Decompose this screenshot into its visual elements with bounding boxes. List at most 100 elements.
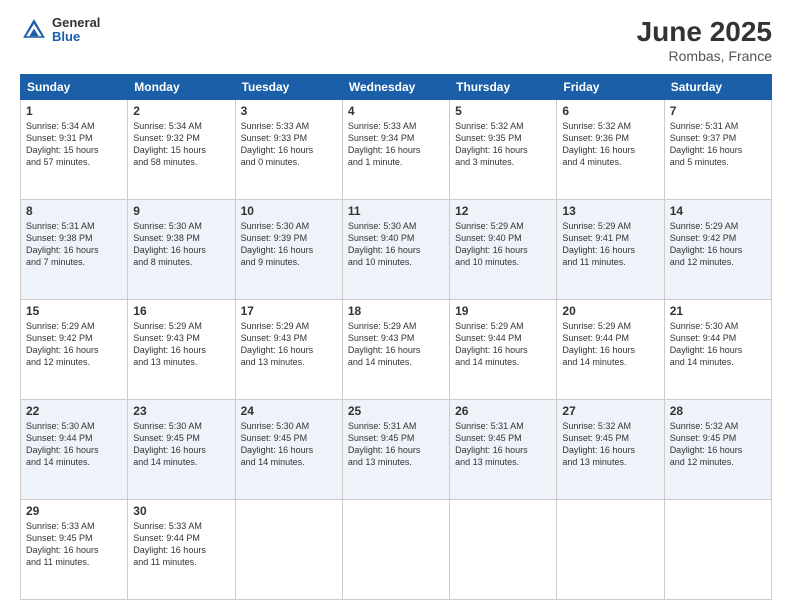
cell-info: Sunrise: 5:29 AM Sunset: 9:41 PM Dayligh… [562, 220, 658, 269]
title-block: June 2025 Rombas, France [637, 16, 772, 64]
day-number: 4 [348, 104, 444, 118]
cell-info: Sunrise: 5:29 AM Sunset: 9:43 PM Dayligh… [348, 320, 444, 369]
cell-info: Sunrise: 5:33 AM Sunset: 9:44 PM Dayligh… [133, 520, 229, 569]
day-number: 19 [455, 304, 551, 318]
page: General Blue June 2025 Rombas, France Su… [0, 0, 792, 612]
day-number: 29 [26, 504, 122, 518]
cell-info: Sunrise: 5:29 AM Sunset: 9:44 PM Dayligh… [562, 320, 658, 369]
col-header-saturday: Saturday [664, 75, 771, 100]
calendar-cell [450, 500, 557, 600]
calendar-cell: 25Sunrise: 5:31 AM Sunset: 9:45 PM Dayli… [342, 400, 449, 500]
day-number: 16 [133, 304, 229, 318]
day-number: 11 [348, 204, 444, 218]
cell-info: Sunrise: 5:30 AM Sunset: 9:45 PM Dayligh… [133, 420, 229, 469]
calendar-cell: 16Sunrise: 5:29 AM Sunset: 9:43 PM Dayli… [128, 300, 235, 400]
calendar-cell: 27Sunrise: 5:32 AM Sunset: 9:45 PM Dayli… [557, 400, 664, 500]
calendar-cell: 10Sunrise: 5:30 AM Sunset: 9:39 PM Dayli… [235, 200, 342, 300]
logo: General Blue [20, 16, 100, 45]
day-number: 6 [562, 104, 658, 118]
cell-info: Sunrise: 5:32 AM Sunset: 9:36 PM Dayligh… [562, 120, 658, 169]
cell-info: Sunrise: 5:32 AM Sunset: 9:45 PM Dayligh… [562, 420, 658, 469]
calendar-cell: 14 Sunrise: 5:29 AM Sunset: 9:42 PM Dayli… [664, 200, 771, 300]
cell-info: Sunrise: 5:32 AM Sunset: 9:45 PM Dayligh… [670, 420, 766, 469]
day-number: 9 [133, 204, 229, 218]
day-number: 28 [670, 404, 766, 418]
calendar-cell: 18 Sunrise: 5:29 AM Sunset: 9:43 PM Dayli… [342, 300, 449, 400]
calendar-week-1: 1 Sunrise: 5:34 AM Sunset: 9:31 PM Daylig… [21, 100, 772, 200]
day-number: 14 [670, 204, 766, 218]
cell-info: Sunrise: 5:29 AM Sunset: 9:43 PM Dayligh… [241, 320, 337, 369]
day-number: 5 [455, 104, 551, 118]
calendar-cell: 11Sunrise: 5:30 AM Sunset: 9:40 PM Dayli… [342, 200, 449, 300]
day-number: 17 [241, 304, 337, 318]
calendar-cell: 4Sunrise: 5:33 AM Sunset: 9:34 PM Daylig… [342, 100, 449, 200]
cell-info: Sunrise: 5:33 AM Sunset: 9:45 PM Dayligh… [26, 520, 122, 569]
calendar-cell [557, 500, 664, 600]
calendar-cell: 2 Sunrise: 5:34 AM Sunset: 9:32 PM Daylig… [128, 100, 235, 200]
calendar-week-5: 29 Sunrise: 5:33 AM Sunset: 9:45 PM Dayli… [21, 500, 772, 600]
cell-info: Sunrise: 5:29 AM Sunset: 9:44 PM Dayligh… [455, 320, 551, 369]
calendar-cell: 13 Sunrise: 5:29 AM Sunset: 9:41 PM Dayli… [557, 200, 664, 300]
day-number: 15 [26, 304, 122, 318]
col-header-wednesday: Wednesday [342, 75, 449, 100]
cell-info: Sunrise: 5:30 AM Sunset: 9:45 PM Dayligh… [241, 420, 337, 469]
calendar-cell: 21Sunrise: 5:30 AM Sunset: 9:44 PM Dayli… [664, 300, 771, 400]
day-number: 13 [562, 204, 658, 218]
calendar-cell: 6 Sunrise: 5:32 AM Sunset: 9:36 PM Daylig… [557, 100, 664, 200]
day-number: 24 [241, 404, 337, 418]
cell-info: Sunrise: 5:29 AM Sunset: 9:40 PM Dayligh… [455, 220, 551, 269]
calendar-week-3: 15 Sunrise: 5:29 AM Sunset: 9:42 PM Dayli… [21, 300, 772, 400]
day-number: 21 [670, 304, 766, 318]
cell-info: Sunrise: 5:34 AM Sunset: 9:32 PM Dayligh… [133, 120, 229, 169]
calendar-cell [235, 500, 342, 600]
calendar-cell [664, 500, 771, 600]
calendar-cell: 29 Sunrise: 5:33 AM Sunset: 9:45 PM Dayli… [21, 500, 128, 600]
calendar-cell: 26Sunrise: 5:31 AM Sunset: 9:45 PM Dayli… [450, 400, 557, 500]
col-header-friday: Friday [557, 75, 664, 100]
calendar-cell: 8 Sunrise: 5:31 AM Sunset: 9:38 PM Daylig… [21, 200, 128, 300]
calendar-week-2: 8 Sunrise: 5:31 AM Sunset: 9:38 PM Daylig… [21, 200, 772, 300]
cell-info: Sunrise: 5:31 AM Sunset: 9:45 PM Dayligh… [348, 420, 444, 469]
calendar-table: SundayMondayTuesdayWednesdayThursdayFrid… [20, 74, 772, 600]
day-number: 20 [562, 304, 658, 318]
calendar-cell: 12 Sunrise: 5:29 AM Sunset: 9:40 PM Dayli… [450, 200, 557, 300]
cell-info: Sunrise: 5:30 AM Sunset: 9:38 PM Dayligh… [133, 220, 229, 269]
calendar-cell: 17 Sunrise: 5:29 AM Sunset: 9:43 PM Dayli… [235, 300, 342, 400]
day-number: 3 [241, 104, 337, 118]
logo-blue: Blue [52, 30, 100, 44]
day-number: 12 [455, 204, 551, 218]
day-number: 22 [26, 404, 122, 418]
calendar-cell: 5 Sunrise: 5:32 AM Sunset: 9:35 PM Daylig… [450, 100, 557, 200]
calendar-week-4: 22 Sunrise: 5:30 AM Sunset: 9:44 PM Dayli… [21, 400, 772, 500]
logo-text: General Blue [52, 16, 100, 45]
calendar-cell: 28 Sunrise: 5:32 AM Sunset: 9:45 PM Dayli… [664, 400, 771, 500]
cell-info: Sunrise: 5:32 AM Sunset: 9:35 PM Dayligh… [455, 120, 551, 169]
calendar-cell: 20 Sunrise: 5:29 AM Sunset: 9:44 PM Dayli… [557, 300, 664, 400]
cell-info: Sunrise: 5:31 AM Sunset: 9:45 PM Dayligh… [455, 420, 551, 469]
calendar-cell: 19 Sunrise: 5:29 AM Sunset: 9:44 PM Dayli… [450, 300, 557, 400]
cell-info: Sunrise: 5:31 AM Sunset: 9:38 PM Dayligh… [26, 220, 122, 269]
header: General Blue June 2025 Rombas, France [20, 16, 772, 64]
calendar-header-row: SundayMondayTuesdayWednesdayThursdayFrid… [21, 75, 772, 100]
col-header-sunday: Sunday [21, 75, 128, 100]
calendar-cell: 30Sunrise: 5:33 AM Sunset: 9:44 PM Dayli… [128, 500, 235, 600]
cell-info: Sunrise: 5:31 AM Sunset: 9:37 PM Dayligh… [670, 120, 766, 169]
cell-info: Sunrise: 5:29 AM Sunset: 9:42 PM Dayligh… [26, 320, 122, 369]
day-number: 2 [133, 104, 229, 118]
day-number: 1 [26, 104, 122, 118]
calendar-cell: 1 Sunrise: 5:34 AM Sunset: 9:31 PM Daylig… [21, 100, 128, 200]
cell-info: Sunrise: 5:33 AM Sunset: 9:33 PM Dayligh… [241, 120, 337, 169]
cell-info: Sunrise: 5:30 AM Sunset: 9:44 PM Dayligh… [26, 420, 122, 469]
day-number: 23 [133, 404, 229, 418]
calendar-cell: 22 Sunrise: 5:30 AM Sunset: 9:44 PM Dayli… [21, 400, 128, 500]
col-header-thursday: Thursday [450, 75, 557, 100]
logo-icon [20, 16, 48, 44]
calendar-cell: 9 Sunrise: 5:30 AM Sunset: 9:38 PM Daylig… [128, 200, 235, 300]
cell-info: Sunrise: 5:29 AM Sunset: 9:42 PM Dayligh… [670, 220, 766, 269]
col-header-tuesday: Tuesday [235, 75, 342, 100]
col-header-monday: Monday [128, 75, 235, 100]
day-number: 8 [26, 204, 122, 218]
cell-info: Sunrise: 5:34 AM Sunset: 9:31 PM Dayligh… [26, 120, 122, 169]
calendar-cell: 23 Sunrise: 5:30 AM Sunset: 9:45 PM Dayli… [128, 400, 235, 500]
day-number: 18 [348, 304, 444, 318]
